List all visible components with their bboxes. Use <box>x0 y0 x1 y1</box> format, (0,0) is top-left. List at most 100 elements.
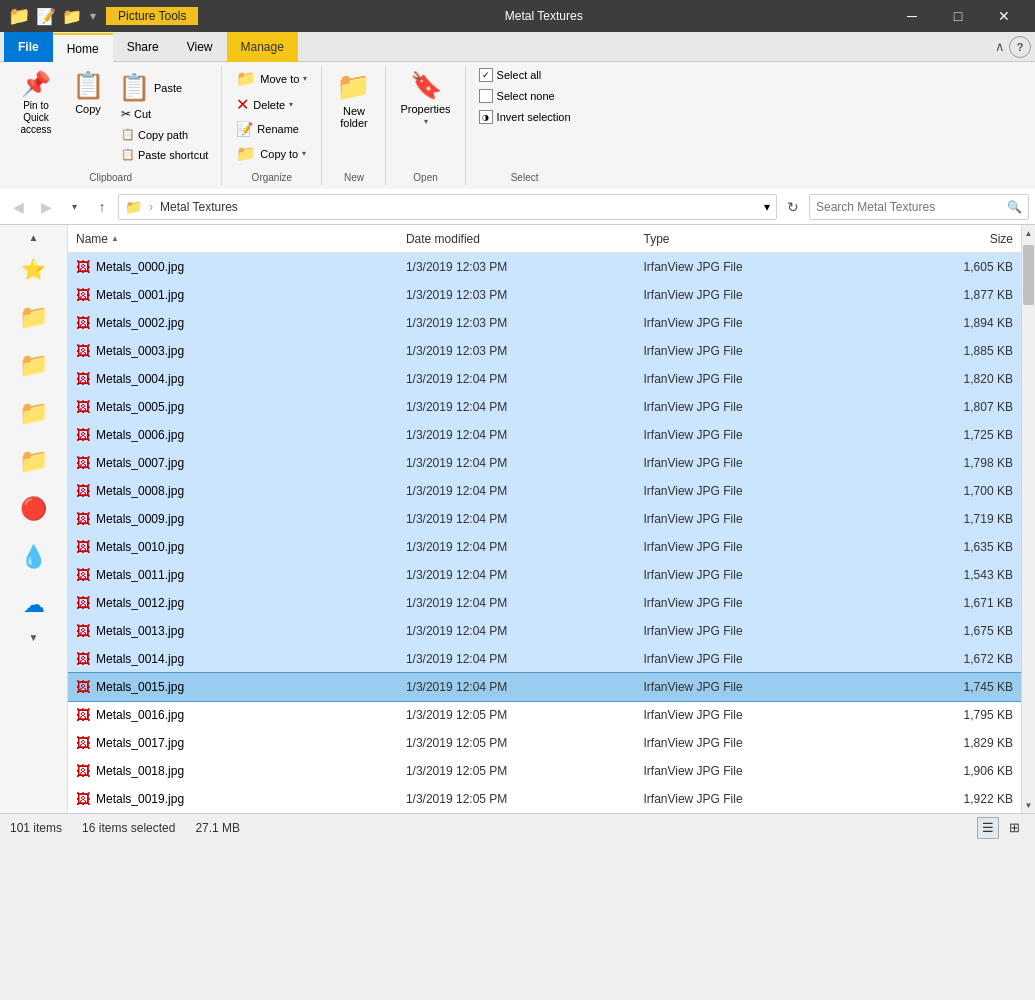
table-row[interactable]: 🖼 Metals_0002.jpg 1/3/2019 12:03 PM Irfa… <box>68 309 1021 337</box>
file-size-cell: 1,605 KB <box>881 260 1013 274</box>
up-button[interactable]: ↑ <box>90 195 114 219</box>
tab-file[interactable]: File <box>4 32 53 62</box>
table-row[interactable]: 🖼 Metals_0017.jpg 1/3/2019 12:05 PM Irfa… <box>68 729 1021 757</box>
search-box[interactable]: 🔍 <box>809 194 1029 220</box>
close-button[interactable]: ✕ <box>981 0 1027 32</box>
invert-selection-button[interactable]: ◑ Invert selection <box>474 108 576 126</box>
file-date-cell: 1/3/2019 12:03 PM <box>406 288 644 302</box>
column-header-name[interactable]: Name ▲ <box>76 232 406 246</box>
delete-button[interactable]: ✕ Delete ▾ <box>230 92 313 117</box>
rename-button[interactable]: 📝 Rename <box>230 118 313 140</box>
file-name-cell: 🖼 Metals_0001.jpg <box>76 287 406 303</box>
table-row[interactable]: 🖼 Metals_0007.jpg 1/3/2019 12:04 PM Irfa… <box>68 449 1021 477</box>
table-row[interactable]: 🖼 Metals_0004.jpg 1/3/2019 12:04 PM Irfa… <box>68 365 1021 393</box>
file-icon: 🖼 <box>76 287 90 303</box>
file-size-cell: 1,543 KB <box>881 568 1013 582</box>
breadcrumb[interactable]: 📁 › Metal Textures ▾ <box>118 194 777 220</box>
table-row[interactable]: 🖼 Metals_0019.jpg 1/3/2019 12:05 PM Irfa… <box>68 785 1021 813</box>
file-type-cell: IrfanView JPG File <box>643 260 881 274</box>
file-date-cell: 1/3/2019 12:05 PM <box>406 792 644 806</box>
file-name: Metals_0002.jpg <box>96 316 184 330</box>
sidebar-item-cloud[interactable]: ☁ <box>10 581 58 629</box>
sidebar-scroll-up-button[interactable]: ▲ <box>0 229 67 245</box>
file-type-cell: IrfanView JPG File <box>643 428 881 442</box>
pin-to-quick-access-button[interactable]: 📌 Pin to Quickaccess <box>8 66 64 140</box>
copy-button[interactable]: 📋 Copy <box>66 66 110 119</box>
file-type-cell: IrfanView JPG File <box>643 316 881 330</box>
cloud-icon: ☁ <box>23 592 45 618</box>
table-row[interactable]: 🖼 Metals_0010.jpg 1/3/2019 12:04 PM Irfa… <box>68 533 1021 561</box>
sidebar-item-folder4[interactable]: 📁 <box>10 437 58 485</box>
tab-share[interactable]: Share <box>113 32 173 62</box>
breadcrumb-dropdown-icon[interactable]: ▾ <box>764 200 770 214</box>
search-input[interactable] <box>816 200 1007 214</box>
sidebar-item-folder3[interactable]: 📁 <box>10 389 58 437</box>
table-row[interactable]: 🖼 Metals_0012.jpg 1/3/2019 12:04 PM Irfa… <box>68 589 1021 617</box>
copy-to-button[interactable]: 📁 Copy to ▾ <box>230 141 313 166</box>
table-row[interactable]: 🖼 Metals_0014.jpg 1/3/2019 12:04 PM Irfa… <box>68 645 1021 673</box>
file-type-cell: IrfanView JPG File <box>643 764 881 778</box>
scroll-up-button[interactable]: ▲ <box>1022 225 1036 241</box>
column-header-date[interactable]: Date modified <box>406 232 644 246</box>
file-size-cell: 1,906 KB <box>881 764 1013 778</box>
help-button[interactable]: ? <box>1009 36 1031 58</box>
cut-button[interactable]: ✂ Cut <box>116 104 213 124</box>
paste-button[interactable]: 📋 Paste <box>112 66 213 103</box>
paste-shortcut-button[interactable]: 📋 Paste shortcut <box>116 145 213 164</box>
sidebar-scroll-down-button[interactable]: ▼ <box>0 629 67 645</box>
selected-size: 27.1 MB <box>195 821 240 835</box>
large-icons-view-button[interactable]: ⊞ <box>1003 817 1025 839</box>
tab-view[interactable]: View <box>173 32 227 62</box>
table-row[interactable]: 🖼 Metals_0005.jpg 1/3/2019 12:04 PM Irfa… <box>68 393 1021 421</box>
table-row[interactable]: 🖼 Metals_0011.jpg 1/3/2019 12:04 PM Irfa… <box>68 561 1021 589</box>
table-row[interactable]: 🖼 Metals_0018.jpg 1/3/2019 12:05 PM Irfa… <box>68 757 1021 785</box>
sidebar-item-folder1[interactable]: 📁 <box>10 293 58 341</box>
recent-locations-button[interactable]: ▾ <box>62 195 86 219</box>
table-row[interactable]: 🖼 Metals_0000.jpg 1/3/2019 12:03 PM Irfa… <box>68 253 1021 281</box>
dropdown-arrow-icon[interactable]: ▾ <box>90 9 96 23</box>
details-view-button[interactable]: ☰ <box>977 817 999 839</box>
move-to-button[interactable]: 📁 Move to ▾ <box>230 66 313 91</box>
file-size-cell: 1,820 KB <box>881 372 1013 386</box>
table-row[interactable]: 🖼 Metals_0006.jpg 1/3/2019 12:04 PM Irfa… <box>68 421 1021 449</box>
sidebar-item-red[interactable]: 🔴 <box>10 485 58 533</box>
folder2-icon: 📁 <box>62 7 82 26</box>
restore-button[interactable]: □ <box>935 0 981 32</box>
file-rows: 🖼 Metals_0000.jpg 1/3/2019 12:03 PM Irfa… <box>68 253 1021 813</box>
table-row[interactable]: 🖼 Metals_0015.jpg 1/3/2019 12:04 PM Irfa… <box>68 673 1021 701</box>
properties-button[interactable]: 🔖 Properties ▾ <box>394 66 456 130</box>
sidebar-item-favorites[interactable]: ⭐ <box>10 245 58 293</box>
back-button[interactable]: ◀ <box>6 195 30 219</box>
file-date-cell: 1/3/2019 12:03 PM <box>406 344 644 358</box>
tab-manage[interactable]: Manage <box>227 32 298 62</box>
tab-home[interactable]: Home <box>53 33 113 63</box>
scroll-thumb[interactable] <box>1023 245 1034 305</box>
copy-path-button[interactable]: 📋 Copy path <box>116 125 213 144</box>
column-header-type[interactable]: Type <box>643 232 881 246</box>
table-row[interactable]: 🖼 Metals_0008.jpg 1/3/2019 12:04 PM Irfa… <box>68 477 1021 505</box>
select-all-button[interactable]: ✓ Select all <box>474 66 576 84</box>
clipboard-group-content: 📌 Pin to Quickaccess 📋 Copy 📋 Paste ✂ Cu… <box>8 66 213 166</box>
file-name-cell: 🖼 Metals_0009.jpg <box>76 511 406 527</box>
table-row[interactable]: 🖼 Metals_0003.jpg 1/3/2019 12:03 PM Irfa… <box>68 337 1021 365</box>
sidebar-item-dropbox[interactable]: 💧 <box>10 533 58 581</box>
table-row[interactable]: 🖼 Metals_0001.jpg 1/3/2019 12:03 PM Irfa… <box>68 281 1021 309</box>
table-row[interactable]: 🖼 Metals_0016.jpg 1/3/2019 12:05 PM Irfa… <box>68 701 1021 729</box>
file-name: Metals_0009.jpg <box>96 512 184 526</box>
forward-button[interactable]: ▶ <box>34 195 58 219</box>
minimize-button[interactable]: ─ <box>889 0 935 32</box>
sidebar-item-folder2[interactable]: 📁 <box>10 341 58 389</box>
file-name: Metals_0001.jpg <box>96 288 184 302</box>
file-name-cell: 🖼 Metals_0008.jpg <box>76 483 406 499</box>
scroll-track[interactable] <box>1022 241 1035 797</box>
column-header-size[interactable]: Size <box>881 232 1013 246</box>
select-none-button[interactable]: Select none <box>474 87 576 105</box>
scroll-down-button[interactable]: ▼ <box>1022 797 1036 813</box>
refresh-button[interactable]: ↻ <box>781 195 805 219</box>
file-date-cell: 1/3/2019 12:04 PM <box>406 680 644 694</box>
table-row[interactable]: 🖼 Metals_0013.jpg 1/3/2019 12:04 PM Irfa… <box>68 617 1021 645</box>
table-row[interactable]: 🖼 Metals_0009.jpg 1/3/2019 12:04 PM Irfa… <box>68 505 1021 533</box>
vertical-scrollbar[interactable]: ▲ ▼ <box>1021 225 1035 813</box>
ribbon-collapse-button[interactable]: ∧ <box>995 39 1005 54</box>
new-folder-button[interactable]: 📁 New folder <box>330 66 377 133</box>
